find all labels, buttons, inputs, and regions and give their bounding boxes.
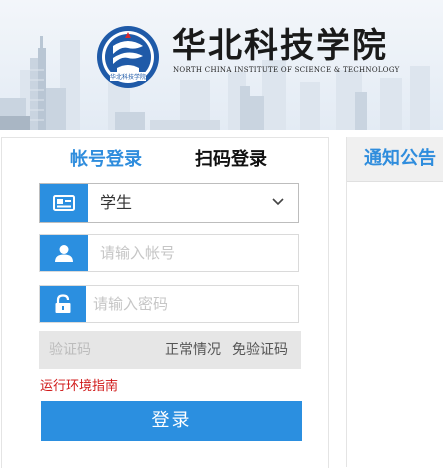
username-field[interactable]: 请输入帐号 bbox=[39, 234, 299, 272]
school-name-en: NORTH CHINA INSTITUTE OF SCIENCE & TECHN… bbox=[173, 66, 400, 74]
notice-header: 通知公告 bbox=[347, 137, 443, 182]
username-placeholder: 请输入帐号 bbox=[100, 244, 176, 262]
id-card-icon bbox=[40, 184, 88, 222]
captcha-free-label: 免验证码 bbox=[232, 342, 288, 358]
password-placeholder: 请输入密码 bbox=[93, 295, 169, 313]
chevron-down-icon bbox=[272, 198, 284, 206]
role-select[interactable]: 学生 bbox=[39, 183, 299, 223]
password-field[interactable]: 请输入密码 bbox=[39, 285, 299, 323]
header-banner: 华北科技学院 华北科技学院 NORTH CHINA INSTITUTE OF S… bbox=[0, 0, 443, 130]
tab-account-login[interactable]: 帐号登录 bbox=[70, 148, 142, 172]
tab-qr-login[interactable]: 扫码登录 bbox=[195, 148, 267, 172]
captcha-input[interactable]: 验证码 bbox=[49, 331, 91, 369]
login-button[interactable]: 登录 bbox=[41, 401, 302, 441]
login-panel: 帐号登录 扫码登录 学生 请输入帐号 请输入密码 验证码 正常情况 免验证码 运… bbox=[1, 137, 329, 468]
role-select-value: 学生 bbox=[100, 193, 133, 212]
school-logo: 华北科技学院 bbox=[97, 26, 159, 88]
captcha-status: 正常情况 bbox=[165, 342, 221, 358]
school-name: 华北科技学院 bbox=[172, 26, 388, 66]
user-icon bbox=[40, 235, 88, 271]
notice-title[interactable]: 通知公告 bbox=[364, 147, 436, 171]
captcha-row: 验证码 正常情况 免验证码 bbox=[39, 331, 301, 369]
lock-icon bbox=[40, 286, 86, 322]
logo-text: 华北科技学院 bbox=[110, 73, 146, 81]
notice-panel: 通知公告 bbox=[346, 137, 443, 467]
environment-guide-link[interactable]: 运行环境指南 bbox=[40, 379, 118, 395]
